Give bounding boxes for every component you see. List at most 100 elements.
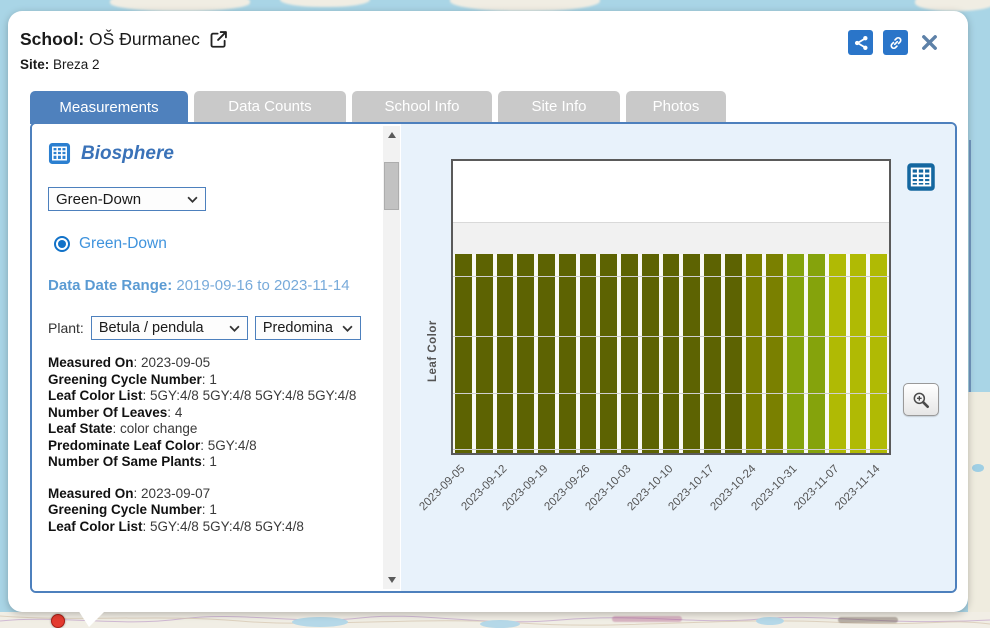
scrollbar-thumb[interactable] — [384, 162, 399, 210]
site-line: Site: Breza 2 — [20, 57, 229, 72]
data-date-range: Data Date Range: 2019-09-16 to 2023-11-1… — [48, 273, 366, 299]
scrollbar-down-arrow[interactable] — [383, 573, 400, 587]
field-label: Greening Cycle Number — [48, 372, 202, 387]
plant-species-value: Betula / pendula — [99, 320, 204, 336]
bar[interactable] — [766, 254, 783, 453]
dialog-header: School: OŠ Đurmanec Site: Breza 2 — [20, 29, 229, 72]
bar[interactable] — [663, 254, 680, 453]
tab-site-info[interactable]: Site Info — [498, 91, 620, 122]
tab-data-counts[interactable]: Data Counts — [194, 91, 346, 122]
bar[interactable] — [787, 254, 804, 453]
chart-panel: Leaf Color 2023-09-052023-09-122023-09-1… — [401, 124, 955, 591]
bar[interactable] — [683, 254, 700, 453]
bar[interactable] — [725, 254, 742, 453]
data-table-icon[interactable] — [906, 162, 936, 192]
tab-school-info[interactable]: School Info — [352, 91, 492, 122]
external-link-icon[interactable] — [208, 29, 229, 50]
left-panel-scrollbar[interactable] — [383, 126, 400, 589]
measurement-field: Leaf State: color change — [48, 421, 366, 438]
bar[interactable] — [538, 254, 555, 453]
field-value: 2023-09-05 — [141, 355, 210, 370]
bar[interactable] — [642, 254, 659, 453]
site-label: Site: — [20, 57, 49, 72]
field-label: Leaf State — [48, 421, 113, 436]
y-axis-label: Leaf Color — [427, 252, 439, 382]
x-axis-tick-label: 2023-09-12 — [440, 463, 509, 532]
bar[interactable] — [808, 254, 825, 453]
field-value: 1 — [209, 372, 217, 387]
bar-band — [453, 254, 889, 453]
bar[interactable] — [600, 254, 617, 453]
field-value: 2023-09-07 — [141, 486, 210, 501]
x-axis-tick-label: 2023-10-24 — [689, 463, 758, 532]
measurement-field: Measured On: 2023-09-07 — [48, 486, 366, 503]
site-info-dialog: School: OŠ Đurmanec Site: Breza 2 — [8, 11, 968, 612]
link-icon[interactable] — [883, 30, 908, 55]
field-value: 5GY:4/8 — [208, 438, 257, 453]
bar[interactable] — [704, 254, 721, 453]
field-value: 1 — [209, 454, 217, 469]
plant-row: Plant: Betula / pendula Predomina — [48, 316, 401, 340]
measurement-field: Leaf Color List: 5GY:4/8 5GY:4/8 5GY:4/8 — [48, 519, 366, 536]
zoom-in-icon[interactable] — [903, 383, 939, 416]
bar[interactable] — [829, 254, 846, 453]
bar[interactable] — [580, 254, 597, 453]
measurement-block: Measured On: 2023-09-05Greening Cycle Nu… — [48, 355, 366, 471]
bar[interactable] — [476, 254, 493, 453]
site-name: Breza 2 — [53, 57, 100, 72]
measurement-field: Measured On: 2023-09-05 — [48, 355, 366, 372]
field-label: Predominate Leaf Color — [48, 438, 200, 453]
close-icon[interactable] — [918, 32, 940, 54]
bar[interactable] — [746, 254, 763, 453]
share-icon[interactable] — [848, 30, 873, 55]
scrollbar-up-arrow[interactable] — [383, 128, 400, 142]
bar[interactable] — [870, 254, 887, 453]
measurements-list: Measured On: 2023-09-05Greening Cycle Nu… — [48, 355, 366, 535]
measurement-field: Leaf Color List: 5GY:4/8 5GY:4/8 5GY:4/8… — [48, 388, 366, 405]
date-range-label: Data Date Range: — [48, 277, 172, 294]
bar[interactable] — [517, 254, 534, 453]
school-name: OŠ Đurmanec — [89, 29, 200, 49]
plot-area — [453, 222, 889, 453]
bar[interactable] — [497, 254, 514, 453]
dialog-toolbar — [848, 30, 940, 55]
map-land-patch — [110, 0, 250, 11]
chevron-down-icon — [342, 325, 353, 332]
dialog-content: Biosphere Green-Down Green-Down Data Dat… — [30, 122, 957, 593]
map-bottom-strip — [0, 612, 990, 628]
measurement-field: Greening Cycle Number: 1 — [48, 502, 366, 519]
field-label: Leaf Color List — [48, 519, 143, 534]
field-value: 5GY:4/8 5GY:4/8 5GY:4/8 — [150, 519, 304, 534]
leaf-color-chart — [451, 159, 891, 455]
date-range-value: 2019-09-16 to 2023-11-14 — [176, 277, 349, 294]
bar[interactable] — [455, 254, 472, 453]
field-label: Number Of Same Plants — [48, 454, 202, 469]
tab-measurements[interactable]: Measurements — [30, 91, 188, 124]
field-value: 4 — [175, 405, 183, 420]
plant-species-select[interactable]: Betula / pendula — [91, 316, 248, 340]
gridline — [453, 393, 889, 394]
bar[interactable] — [850, 254, 867, 453]
plant-attribute-select[interactable]: Predomina — [255, 316, 361, 340]
plant-attribute-value: Predomina — [263, 320, 333, 336]
green-down-radio[interactable] — [54, 236, 70, 252]
tab-photos[interactable]: Photos — [626, 91, 726, 122]
map-label — [838, 617, 898, 623]
chevron-down-icon — [187, 196, 198, 203]
field-value: color change — [120, 421, 197, 436]
green-down-radio-label[interactable]: Green-Down — [79, 235, 167, 253]
measurement-field: Number Of Leaves: 4 — [48, 405, 366, 422]
x-axis-tick-label: 2023-10-03 — [565, 463, 634, 532]
protocol-select[interactable]: Green-Down — [48, 187, 206, 211]
map-site-marker[interactable] — [51, 614, 65, 628]
x-axis-tick-label: 2023-09-19 — [482, 463, 551, 532]
map-water-patch — [972, 464, 984, 472]
section-title: Biosphere — [81, 143, 174, 165]
table-icon — [48, 142, 71, 165]
field-label: Leaf Color List — [48, 388, 143, 403]
bar[interactable] — [559, 254, 576, 453]
map-land-patch — [450, 0, 600, 11]
x-axis-tick-label: 2023-10-10 — [606, 463, 675, 532]
gridline — [453, 336, 889, 337]
bar[interactable] — [621, 254, 638, 453]
